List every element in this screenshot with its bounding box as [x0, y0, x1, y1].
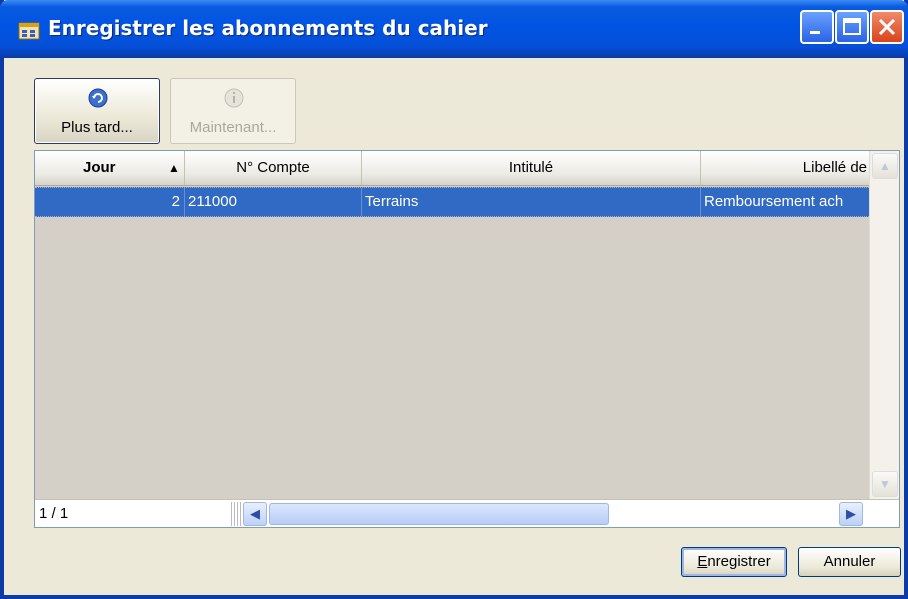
column-header-jour[interactable]: Jour ▲: [35, 151, 185, 185]
dialog-window: Enregistrer les abonnements du cahier Pl…: [0, 0, 908, 599]
minimize-button[interactable]: [800, 10, 834, 44]
cancel-button[interactable]: Annuler: [798, 547, 901, 577]
save-label: nregistrer: [707, 553, 771, 570]
record-counter: 1 / 1: [39, 505, 69, 522]
cell-libelle: Remboursement ach: [704, 193, 844, 210]
now-label: Maintenant...: [189, 119, 277, 136]
splitter-grip[interactable]: [231, 502, 241, 526]
cell-compte: 211000: [185, 188, 362, 216]
scroll-right-icon[interactable]: ▶: [839, 502, 863, 526]
refresh-icon: [88, 88, 108, 112]
save-mnemonic: E: [697, 553, 708, 570]
window-title: Enregistrer les abonnements du cahier: [48, 16, 488, 40]
now-button: Maintenant...: [170, 78, 296, 144]
column-header-libelle[interactable]: Libellé de: [701, 151, 869, 185]
later-button[interactable]: Plus tard...: [34, 78, 160, 144]
grid-header: Jour ▲ N° Compte Intitulé Libellé de: [35, 151, 869, 186]
close-button[interactable]: [870, 10, 904, 44]
vertical-scrollbar[interactable]: ▲ ▼: [869, 151, 899, 499]
column-header-compte[interactable]: N° Compte: [185, 151, 362, 185]
title-bar[interactable]: Enregistrer les abonnements du cahier: [0, 0, 908, 58]
scroll-up-icon[interactable]: ▲: [872, 153, 898, 179]
column-header-intitule[interactable]: Intitulé: [362, 151, 701, 185]
sort-ascending-icon: ▲: [168, 161, 180, 175]
cell-intitule: Terrains: [362, 188, 701, 216]
scroll-down-icon[interactable]: ▼: [872, 471, 898, 497]
cell-jour: 2: [35, 188, 185, 216]
horizontal-scrollbar[interactable]: ◀ ▶: [231, 502, 871, 526]
notebook-icon: [18, 22, 40, 40]
table-row[interactable]: 2 211000 Terrains Remboursement ach: [35, 187, 869, 217]
scroll-left-icon[interactable]: ◀: [243, 502, 267, 526]
subscriptions-grid: Jour ▲ N° Compte Intitulé Libellé de 2 2…: [34, 150, 900, 528]
info-icon: [224, 88, 244, 112]
later-label: Plus tard...: [61, 119, 133, 136]
maximize-button[interactable]: [835, 10, 869, 44]
save-button[interactable]: Enregistrer: [681, 547, 787, 577]
scroll-thumb[interactable]: [269, 503, 609, 525]
grid-footer: 1 / 1 ◀ ▶: [35, 499, 899, 527]
